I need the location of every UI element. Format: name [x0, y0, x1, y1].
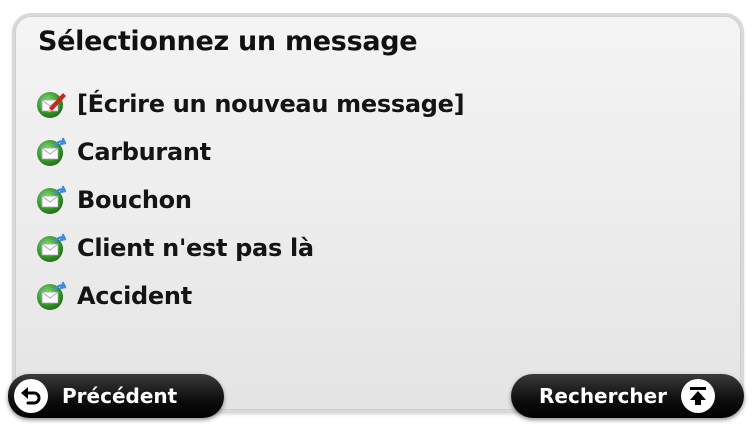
message-envelope-icon [37, 137, 67, 166]
list-item-message[interactable]: Carburant [35, 128, 464, 176]
search-button[interactable]: Rechercher [511, 374, 744, 418]
back-arrow-icon [14, 379, 48, 413]
message-envelope-icon [37, 281, 67, 310]
message-select-screen: Sélectionnez un message [Écrire un nouve… [0, 0, 756, 431]
compose-message-icon [37, 92, 66, 118]
list-item-label: Accident [77, 282, 192, 310]
list-item-message[interactable]: Accident [35, 272, 464, 320]
back-button[interactable]: Précédent [8, 374, 224, 418]
search-button-label: Rechercher [539, 384, 668, 408]
list-item-label: Client n'est pas là [77, 234, 314, 262]
list-item-label: [Écrire un nouveau message] [77, 90, 465, 118]
message-envelope-icon [37, 233, 67, 262]
list-item-label: Carburant [77, 138, 211, 166]
list-item-new-message[interactable]: [Écrire un nouveau message] [35, 80, 465, 128]
list-item-message[interactable]: Bouchon [35, 176, 464, 224]
message-envelope-icon [37, 185, 67, 214]
message-list: [Écrire un nouveau message] Carburant Bo… [35, 80, 465, 320]
search-up-icon [681, 379, 716, 413]
back-button-label: Précédent [62, 384, 178, 408]
page-title: Sélectionnez un message [38, 26, 418, 57]
list-item-label: Bouchon [77, 186, 192, 214]
list-item-message[interactable]: Client n'est pas là [35, 224, 464, 272]
